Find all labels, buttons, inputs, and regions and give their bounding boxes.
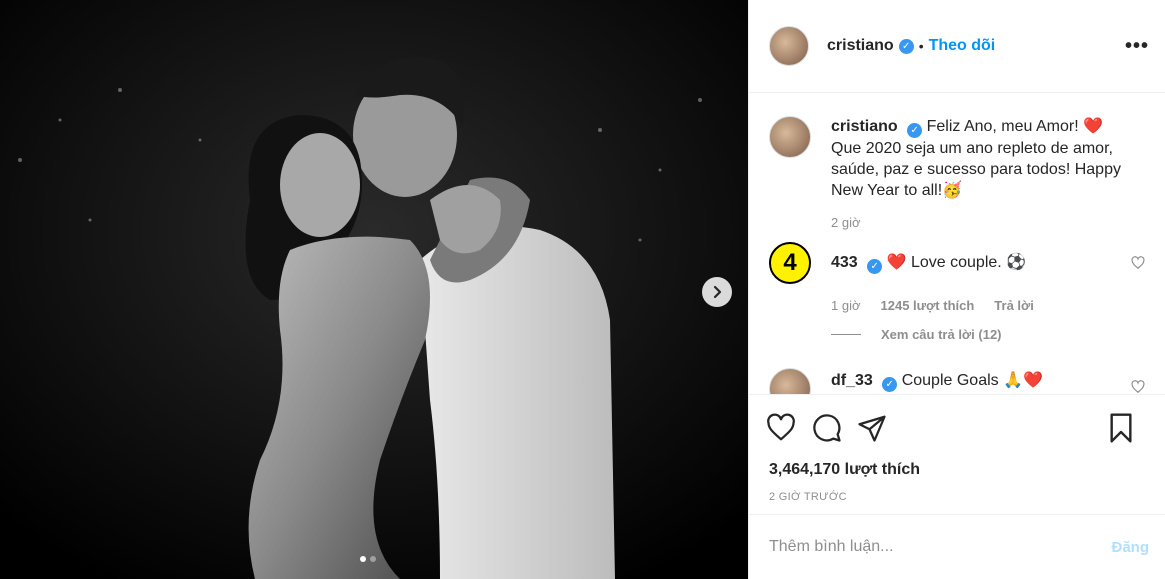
comment-likes[interactable]: 1245 lượt thích xyxy=(881,298,975,313)
carousel-dot-active xyxy=(360,556,366,562)
view-replies-label: Xem câu trả lời (12) xyxy=(881,327,1002,342)
comment-row: df_33 ✓ Couple Goals 🙏❤️ xyxy=(769,368,1149,394)
replies-divider xyxy=(831,334,861,335)
header-separator: • xyxy=(918,38,924,54)
reply-button[interactable]: Trả lời xyxy=(994,298,1034,313)
carousel-indicator xyxy=(360,556,376,562)
caption-time[interactable]: 2 giờ xyxy=(831,215,861,230)
comment-like-icon[interactable] xyxy=(1131,256,1145,270)
bookmark-save-icon[interactable] xyxy=(1107,412,1135,444)
view-replies-button[interactable]: Xem câu trả lời (12) xyxy=(831,327,1149,342)
post-header: cristiano ✓ • Theo dõi ••• xyxy=(749,0,1165,93)
comment-text: Couple Goals 🙏❤️ xyxy=(901,372,1043,389)
commenter-username[interactable]: df_33 xyxy=(831,372,873,389)
action-icons xyxy=(765,411,1149,445)
caption-meta: 2 giờ xyxy=(831,215,1149,230)
comment-row: 4 433 ✓ ❤️ Love couple. ⚽ xyxy=(769,242,1149,284)
share-send-icon[interactable] xyxy=(857,413,887,443)
comment-time[interactable]: 1 giờ xyxy=(831,298,861,313)
comment-input[interactable] xyxy=(769,538,1112,556)
author-avatar[interactable] xyxy=(769,26,809,66)
verified-badge-icon: ✓ xyxy=(898,38,914,54)
carousel-next-button[interactable] xyxy=(702,277,732,307)
commenter-avatar[interactable]: 4 xyxy=(769,242,811,284)
like-heart-icon[interactable] xyxy=(765,413,797,443)
comment-text: ❤️ Love couple. ⚽ xyxy=(886,254,1027,271)
verified-badge-icon: ✓ xyxy=(882,377,898,392)
caption-username[interactable]: cristiano xyxy=(831,118,898,135)
comment-bubble-icon[interactable] xyxy=(811,413,843,443)
add-comment-bar: Đăng xyxy=(749,514,1165,579)
post-side-panel: cristiano ✓ • Theo dõi ••• cristiano ✓ F… xyxy=(748,0,1165,579)
caption-author-avatar[interactable] xyxy=(769,116,811,158)
comments-list[interactable]: cristiano ✓ Feliz Ano, meu Amor! ❤️ Que … xyxy=(749,94,1165,394)
verified-badge-icon: ✓ xyxy=(867,259,883,274)
verified-badge-icon: ✓ xyxy=(907,123,923,138)
commenter-avatar[interactable] xyxy=(769,368,811,394)
post-comment-button[interactable]: Đăng xyxy=(1112,539,1150,556)
post-photo[interactable] xyxy=(0,0,748,579)
chevron-right-icon xyxy=(713,285,722,299)
carousel-dot xyxy=(370,556,376,562)
photo-image xyxy=(0,0,748,579)
more-options-icon[interactable]: ••• xyxy=(1125,35,1149,58)
post-timestamp[interactable]: 2 GIỜ TRƯỚC xyxy=(769,491,1149,503)
comment-like-icon[interactable] xyxy=(1131,380,1145,394)
author-username[interactable]: cristiano xyxy=(827,37,894,55)
commenter-username[interactable]: 433 xyxy=(831,254,858,271)
caption-row: cristiano ✓ Feliz Ano, meu Amor! ❤️ Que … xyxy=(769,116,1149,201)
like-count[interactable]: 3,464,170 lượt thích xyxy=(769,461,1149,479)
post-actions: 3,464,170 lượt thích 2 GIỜ TRƯỚC xyxy=(749,394,1165,503)
comment-meta: 1 giờ 1245 lượt thích Trả lời xyxy=(831,298,1149,313)
follow-button[interactable]: Theo dõi xyxy=(929,37,996,55)
